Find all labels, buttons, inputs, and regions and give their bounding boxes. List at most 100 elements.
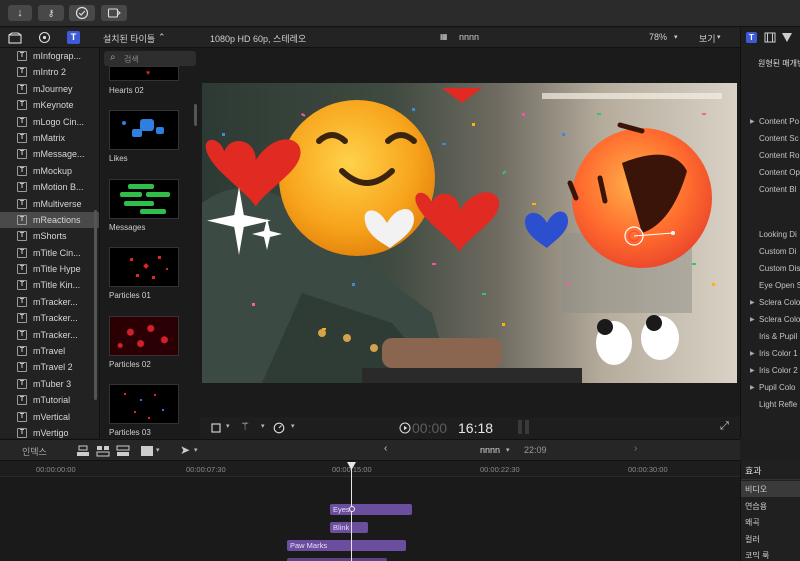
disclosure-triangle-icon[interactable]: ▶ [750, 367, 755, 374]
sidebar-item-mkeynote[interactable]: TmKeynote [0, 97, 99, 113]
sidebar-item-mtitle-kin[interactable]: TmTitle Kin... [0, 277, 99, 293]
chevron-down-icon[interactable]: ▾ [261, 422, 265, 430]
chevron-down-icon[interactable]: ▾ [156, 446, 160, 454]
search-input[interactable]: 검색 [124, 54, 139, 65]
browser-title[interactable]: 설치된 타이틀 [103, 32, 155, 45]
chevron-down-icon[interactable]: ▾ [226, 422, 230, 430]
keywords-button[interactable]: ⚷ [38, 5, 64, 21]
chevron-down-icon[interactable]: ▾ [674, 33, 678, 41]
speed-icon[interactable] [273, 422, 285, 434]
sidebar-item-mtravel-2[interactable]: TmTravel 2 [0, 359, 99, 375]
titles-generators-icon[interactable]: T [67, 31, 80, 44]
effects-category[interactable]: 비디오 [741, 481, 800, 497]
title-icon: T [17, 231, 27, 242]
ruler-tick: 00:00:22:30 [480, 465, 520, 474]
sidebar-item-mmockup[interactable]: TmMockup [0, 163, 99, 179]
sidebar-item-mlogo-cin[interactable]: TmLogo Cin... [0, 114, 99, 130]
photos-music-icon[interactable] [38, 31, 51, 44]
view-menu[interactable]: 보기 [699, 32, 716, 45]
sidebar-item-label: mTuber 3 [33, 378, 72, 389]
transform-icon[interactable] [210, 422, 222, 434]
timeline-clip-paw-marks[interactable]: Paw Marks [287, 540, 406, 551]
effects-category[interactable]: 코믹 룩 [741, 547, 800, 561]
index-button[interactable]: 인덱스 [22, 445, 47, 458]
sidebar-item-mmultiverse[interactable]: TmMultiverse [0, 196, 99, 212]
timeline-clip-eyes[interactable]: Eyes [330, 504, 412, 515]
sidebar-item-label: mMockup [33, 165, 73, 176]
disclosure-triangle-icon[interactable]: ▶ [750, 384, 755, 391]
browser-scrollbar[interactable] [194, 104, 197, 126]
disclosure-triangle-icon[interactable]: ▶ [750, 118, 755, 125]
share-button[interactable] [101, 5, 127, 21]
insert-clip-icon[interactable] [96, 445, 110, 457]
timeline-ruler[interactable]: 00:00:00:00 00:00:07:30 00:00:15:00 00:0… [0, 461, 740, 477]
sidebar-item-mtravel[interactable]: TmTravel [0, 343, 99, 359]
disclosure-triangle-icon[interactable]: ▶ [750, 316, 755, 323]
sidebar-item-mvertical[interactable]: TmVertical [0, 409, 99, 425]
sidebar-item-mtutorial[interactable]: TmTutorial [0, 392, 99, 408]
sidebar-item-mtracker[interactable]: TmTracker... [0, 294, 99, 310]
timeline-tracks[interactable]: Eyes Blink Paw Marks [0, 477, 740, 561]
title-thumbnail-particles-01[interactable] [109, 247, 179, 287]
sidebar-item-mtracker[interactable]: TmTracker... [0, 327, 99, 343]
sidebar-item-mvertigo[interactable]: TmVertigo [0, 425, 99, 438]
sidebar-item-mtuber-3[interactable]: TmTuber 3 [0, 376, 99, 392]
sidebar-item-mtracker[interactable]: TmTracker... [0, 310, 99, 326]
title-thumbnail-hearts-02[interactable]: ♥ [109, 66, 179, 81]
sidebar-item-label: mMultiverse [33, 198, 82, 209]
chevron-down-icon[interactable]: ▾ [506, 446, 510, 454]
play-icon[interactable] [399, 422, 411, 434]
title-icon: T [17, 346, 27, 357]
zoom-menu[interactable]: 78% [649, 32, 667, 42]
disclosure-triangle-icon[interactable]: ▶ [750, 299, 755, 306]
sidebar-item-mintro-2[interactable]: TmIntro 2 [0, 64, 99, 80]
sidebar-item-mreactions[interactable]: TmReactions [0, 211, 99, 229]
title-inspector-icon[interactable]: T [746, 32, 757, 43]
sidebar-item-mtitle-hype[interactable]: TmTitle Hype [0, 261, 99, 277]
chevron-down-icon[interactable]: ▾ [291, 422, 295, 430]
effects-category[interactable]: 연습용 [741, 498, 800, 514]
sidebar-scrollbar[interactable] [94, 210, 97, 400]
append-clip-icon[interactable] [116, 445, 130, 457]
inspector-param-label: Iris Color 1 [759, 349, 798, 358]
share-icon [107, 8, 121, 18]
title-thumbnail-particles-03[interactable] [109, 384, 179, 424]
sidebar-item-mmotion-b[interactable]: TmMotion B... [0, 179, 99, 195]
effects-category-label: 왜곡 [745, 518, 760, 527]
project-name: nnnn [459, 32, 480, 42]
timeline-clip-blink[interactable]: Blink [330, 522, 368, 533]
background-tasks-button[interactable] [69, 5, 95, 21]
video-inspector-icon[interactable] [764, 32, 776, 43]
back-arrow-icon[interactable]: ‹ [384, 443, 387, 454]
title-thumbnail-messages[interactable] [109, 179, 179, 219]
fullscreen-icon[interactable]: ⤢ [720, 420, 729, 433]
sidebar-item-mjourney[interactable]: TmJourney [0, 81, 99, 97]
sidebar-item-mtitle-cin[interactable]: TmTitle Cin... [0, 245, 99, 261]
color-inspector-icon[interactable] [781, 32, 793, 43]
title-thumbnail-likes[interactable] [109, 110, 179, 150]
sidebar-item-mmatrix[interactable]: TmMatrix [0, 130, 99, 146]
disclosure-triangle-icon[interactable]: ▶ [750, 350, 755, 357]
sidebar-item-mmessage[interactable]: TmMessage... [0, 146, 99, 162]
effects-category[interactable]: 컬러 [741, 531, 800, 547]
chevron-down-icon[interactable]: ▾ [717, 33, 721, 41]
search-field[interactable]: ⌕ 검색 [104, 51, 196, 66]
video-frame[interactable] [202, 83, 737, 383]
import-button[interactable]: ↓ [8, 5, 32, 21]
effects-category[interactable]: 왜곡 [741, 514, 800, 530]
title-thumbnail-particles-02[interactable] [109, 316, 179, 356]
sidebar-item-minfograp[interactable]: TmInfograp... [0, 48, 99, 64]
libraries-icon[interactable] [8, 32, 22, 44]
overwrite-clip-icon[interactable] [140, 445, 154, 457]
forward-arrow-icon[interactable]: › [634, 443, 637, 454]
title-icon: T [17, 427, 27, 438]
chevron-down-icon[interactable]: ▾ [194, 446, 198, 454]
sidebar-item-mshorts[interactable]: TmShorts [0, 228, 99, 244]
select-tool-icon[interactable]: ➤ [180, 443, 190, 457]
timeline-project-name[interactable]: nnnn [480, 445, 500, 455]
magic-wand-icon[interactable]: ⚚ [240, 420, 250, 433]
sidebar-item-label: mTitle Hype [33, 264, 81, 275]
chevron-updown-icon[interactable]: ⌃ [158, 32, 166, 43]
connect-clip-icon[interactable] [76, 445, 90, 457]
keyframe-marker[interactable] [349, 506, 355, 512]
